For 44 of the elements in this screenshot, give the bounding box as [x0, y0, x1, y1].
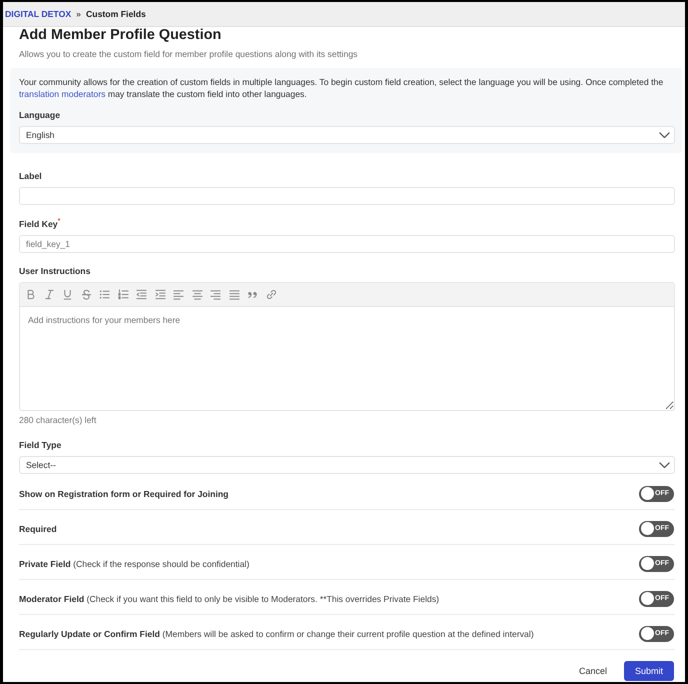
quote-icon[interactable] [247, 289, 258, 300]
chevron-icon [659, 132, 670, 138]
align-right-icon[interactable] [210, 289, 221, 300]
breadcrumb-current: Custom Fields [86, 9, 146, 19]
align-left-icon[interactable] [173, 289, 184, 300]
underline-icon[interactable] [62, 289, 73, 300]
character-counter: 280 character(s) left [19, 414, 98, 426]
instructions-field[interactable]: Add instructions for your members here [19, 306, 675, 412]
toggle-label: Show on Registration form or Required for Joining [19, 488, 228, 499]
link-icon[interactable] [266, 289, 276, 300]
submit-button[interactable]: Submit [624, 661, 674, 682]
justify-icon[interactable] [228, 289, 240, 300]
input-field[interactable]: field_key_1 [19, 234, 675, 253]
cancel-button[interactable]: Cancel [570, 661, 615, 682]
field-label: Field Type [19, 438, 62, 451]
field-label: Label [19, 170, 43, 182]
toggle-hint: (Members will be asked to confirm or change their current profile question at the defined interval) [162, 628, 534, 639]
translation-moderators-link[interactable]: translation moderators [19, 89, 106, 100]
chevron-icon [659, 462, 670, 468]
toggle-label: Required [19, 524, 57, 534]
outdent-icon[interactable] [136, 289, 147, 300]
info-text: Your community allows for the creation of custom fields in multiple languages. To begin custom field creation, select the language you will be using. Once completed the translation moderators may translate the custom field into other languages. [19, 76, 664, 101]
field-label: User Instructions [19, 265, 92, 278]
indent-icon[interactable] [154, 289, 166, 300]
toggle-hint: (Check if you want this field to only be visible to Moderators. **This overrides Private Fields) [86, 594, 440, 604]
numbered-list-icon[interactable] [118, 289, 128, 300]
breadcrumb-separator: » [76, 9, 81, 19]
page-title: Add Member Profile Question [19, 28, 222, 42]
italic-icon[interactable] [44, 289, 54, 300]
align-center-icon[interactable] [192, 289, 202, 300]
select-field[interactable]: English [19, 126, 675, 144]
toggle-label: Private Field [19, 558, 71, 569]
strikethrough-icon[interactable] [80, 289, 92, 300]
select-field[interactable]: Select-- [19, 456, 675, 474]
toggle-label: Regularly Update or Confirm Field [19, 628, 160, 639]
bold-icon[interactable] [25, 289, 36, 300]
breadcrumb-link[interactable]: DIGITAL DETOX [5, 9, 72, 19]
page-subtitle: Allows you to create the custom field for member profile questions along with its settings [19, 48, 358, 60]
field-label: Language [19, 108, 62, 121]
toggle-label: Moderator Field [19, 594, 84, 604]
input-field[interactable] [19, 187, 675, 206]
toggle-hint: (Check if the response should be confidential) [73, 558, 250, 569]
field-label: Field Key$^{*}$ [19, 218, 62, 230]
bullet-list-icon[interactable] [99, 289, 110, 300]
